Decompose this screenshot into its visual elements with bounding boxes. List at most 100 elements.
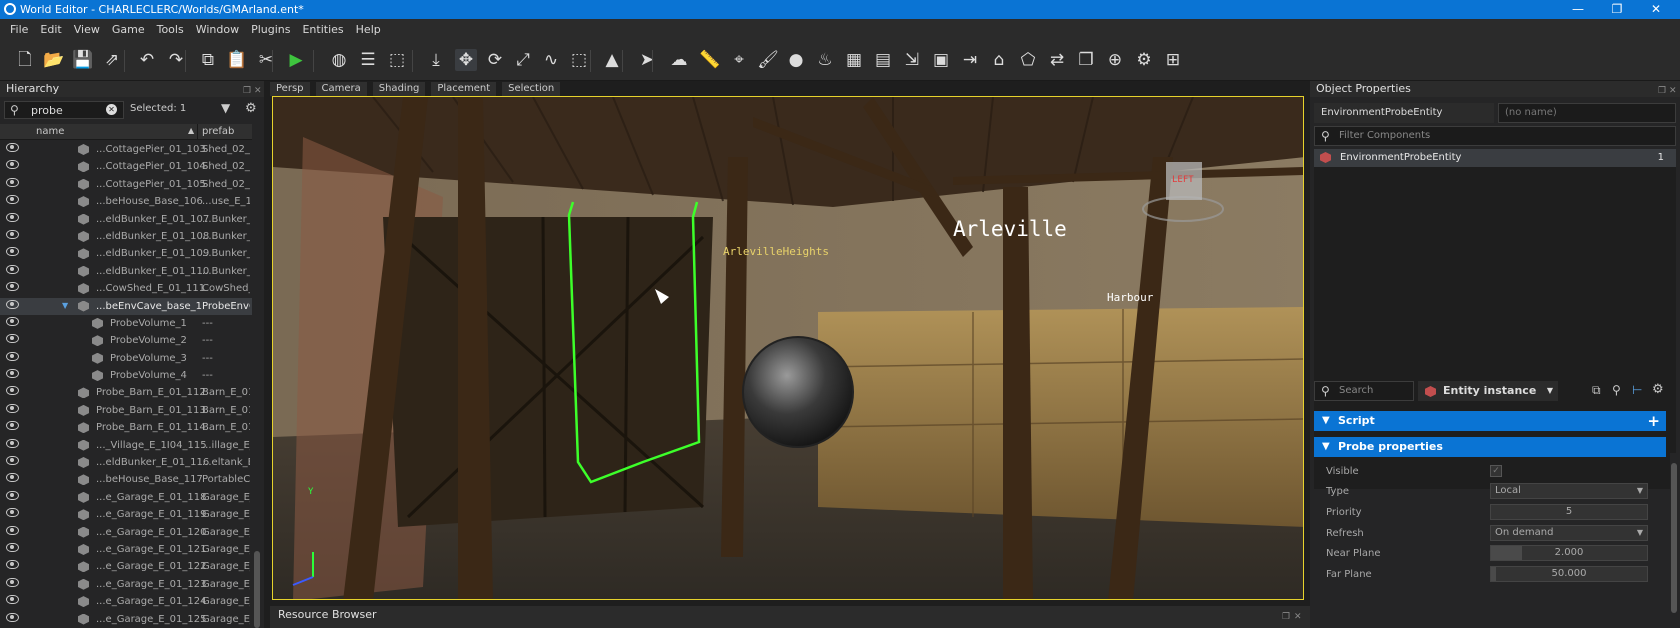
export-icon[interactable]: ⇗ [101,49,123,71]
gear-icon[interactable]: ⚙ [245,101,257,116]
hierarchy-row[interactable]: ...e_Garage_E_01_120Garage_E_0 [0,524,252,541]
hierarchy-row[interactable]: ▼ ...beEnvCave_base_1ProbeEnvC [0,297,252,315]
undo-icon[interactable]: ↶ [136,49,158,71]
visibility-eye-icon[interactable] [6,438,19,448]
hierarchy-row[interactable]: ..._Village_E_1I04_115 ...illage_E_ [0,437,252,454]
layers-icon[interactable]: ☰ [357,49,379,71]
hierarchy-row[interactable]: ...eldBunker_E_01_116 ...eltank_E [0,454,252,471]
visibility-eye-icon[interactable] [6,195,19,205]
column-prefab[interactable]: prefab [202,126,234,137]
weather-icon[interactable]: ☁ [668,49,690,71]
property-select[interactable]: On demand ▼ [1490,525,1648,541]
filter-components-field[interactable]: ⚲ Filter Components [1314,126,1676,146]
close-panel-icon[interactable]: ✕ [254,83,262,99]
swap-icon[interactable]: ⇄ [1046,49,1068,71]
tab-camera[interactable]: Camera [315,82,367,96]
play-icon[interactable]: ▶ [285,49,307,71]
hierarchy-row[interactable]: ...e_Garage_E_01_122Garage_E_0 [0,558,252,575]
visibility-eye-icon[interactable] [6,595,19,605]
select-region-icon[interactable]: ⬚ [386,49,408,71]
expand-arrow-icon[interactable]: ▼ [62,301,68,310]
grid-icon[interactable]: ▦ [843,49,865,71]
search-icon[interactable]: ⚲ [1612,383,1621,397]
send-icon[interactable]: ⇥ [959,49,981,71]
visibility-eye-icon[interactable] [6,369,19,379]
visibility-eye-icon[interactable] [6,577,19,587]
hierarchy-row[interactable]: ...CowShed_E_01_111 CowShed_ [0,280,252,297]
visibility-eye-icon[interactable] [6,456,19,466]
new-file-icon[interactable]: 🗋 [14,49,36,71]
visibility-eye-icon[interactable] [6,212,19,222]
tab-selection[interactable]: Selection [502,82,561,96]
entity-name-field[interactable]: (no name) [1498,103,1676,123]
visibility-eye-icon[interactable] [6,403,19,413]
visibility-eye-icon[interactable] [6,334,19,344]
visibility-eye-icon[interactable] [6,160,19,170]
property-select[interactable]: Local ▼ [1490,483,1648,499]
close-window-button[interactable]: ✕ [1638,0,1674,19]
menu-window[interactable]: Window [190,19,245,41]
visibility-eye-icon[interactable] [6,229,19,239]
rotate-icon[interactable]: ⟳ [484,49,506,71]
property-search-field[interactable]: ⚲ Search [1314,381,1414,401]
scene-viewport[interactable]: Arleville ArlevilleHeights Harbour LEFT … [272,96,1304,600]
menu-file[interactable]: File [4,19,34,41]
visibility-eye-icon[interactable] [6,351,19,361]
hierarchy-scrollbar[interactable] [252,141,262,628]
move-icon[interactable]: ✥ [455,49,477,71]
import-icon[interactable]: ⇲ [901,49,923,71]
menu-help[interactable]: Help [350,19,387,41]
maximize-button[interactable]: ❐ [1599,0,1635,19]
hierarchy-row[interactable]: Probe_Barn_E_01_112 Barn_E_01 [0,384,252,401]
add-script-icon[interactable]: + [1647,411,1660,431]
filter-icon[interactable]: ▼ [221,101,230,115]
cut-icon[interactable]: ✂ [255,49,277,71]
globe-icon[interactable]: ◍ [328,49,350,71]
hierarchy-row[interactable]: ...CottagePier_01_103Shed_02_sm [0,141,252,158]
menu-tools[interactable]: Tools [151,19,190,41]
tab-persp[interactable]: Persp [270,82,310,96]
scrollbar-thumb[interactable] [1671,463,1677,613]
fire-icon[interactable]: ♨ [814,49,836,71]
hierarchy-search-field[interactable]: ⚲ probe ✕ [4,101,124,119]
curve-icon[interactable]: ∿ [540,49,562,71]
environment-probe-sphere[interactable] [742,336,854,448]
boxes-icon[interactable]: ▤ [872,49,894,71]
close-panel-icon[interactable]: ✕ [1294,608,1302,626]
tab-shading[interactable]: Shading [372,82,426,96]
copy-icon[interactable]: ⧉ [197,49,219,71]
open-external-icon[interactable]: ⧉ [1592,383,1601,398]
visible-checkbox[interactable]: ✓ [1490,465,1502,477]
snap-icon[interactable]: ⤓ [425,49,447,71]
column-name[interactable]: name [36,126,64,137]
close-panel-icon[interactable]: ✕ [1669,83,1677,99]
hierarchy-row[interactable]: ...e_Garage_E_01_121Garage_E_0 [0,541,252,558]
gear-icon[interactable]: ⚙ [1652,382,1664,397]
transform-icon[interactable]: ⬠ [1017,49,1039,71]
scrollbar-thumb[interactable] [254,551,260,628]
visibility-eye-icon[interactable] [6,542,19,552]
redo-icon[interactable]: ↷ [165,49,187,71]
duplicate-icon[interactable]: ❐ [1075,49,1097,71]
properties-scrollbar[interactable] [1670,453,1678,628]
menu-edit[interactable]: Edit [34,19,67,41]
hierarchy-row[interactable]: ...eldBunker_E_01_110...Bunker_E [0,263,252,280]
visibility-eye-icon[interactable] [6,421,19,431]
visibility-eye-icon[interactable] [6,386,19,396]
settings-icon[interactable]: ⚙ [1133,49,1155,71]
visibility-eye-icon[interactable] [6,143,19,152]
hierarchy-row[interactable]: ProbeVolume_3 --- [0,350,252,367]
hierarchy-row[interactable]: ...e_Garage_E_01_123Garage_E_0 [0,576,252,593]
hierarchy-row[interactable]: ...beHouse_Base_106...use_E_1L [0,193,252,210]
component-row[interactable]: EnvironmentProbeEntity 1 [1314,149,1676,167]
probe-section-header[interactable]: ▼ Probe properties [1314,437,1666,457]
menu-entities[interactable]: Entities [296,19,349,41]
bounding-box-icon[interactable]: ⬚ [568,49,590,71]
hierarchy-row[interactable]: ...beHouse_Base_117PortableCa [0,471,252,488]
hierarchy-row[interactable]: ...e_Garage_E_01_118Garage_E_0 [0,489,252,506]
hierarchy-row[interactable]: Probe_Barn_E_01_113 Barn_E_01 [0,402,252,419]
hierarchy-row[interactable]: ...CottagePier_01_105Shed_02_sm [0,176,252,193]
open-folder-icon[interactable]: 📂 [43,49,65,71]
terrain-icon[interactable]: ▲ [601,49,623,71]
visibility-eye-icon[interactable] [6,247,19,257]
